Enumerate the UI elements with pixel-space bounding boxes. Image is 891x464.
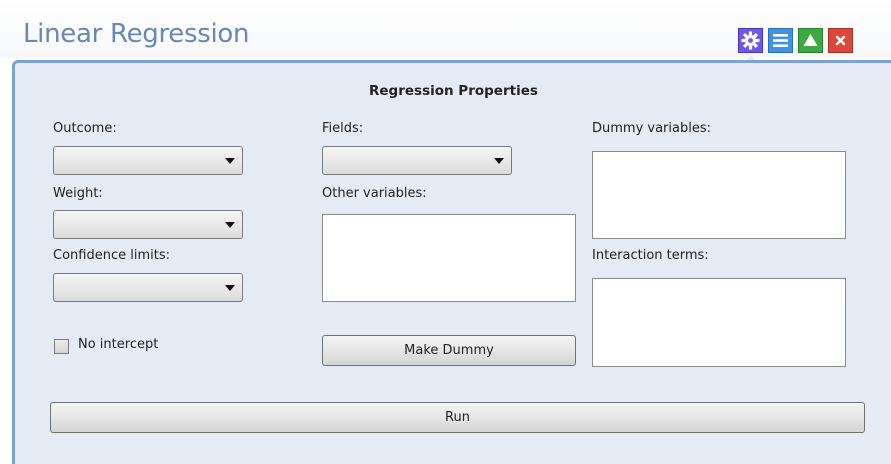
no-intercept-checkbox[interactable] (54, 339, 69, 354)
maximize-button[interactable] (798, 28, 823, 53)
interaction-terms-label: Interaction terms: (592, 248, 709, 263)
fields-label: Fields: (322, 121, 364, 136)
list-icon (773, 34, 788, 47)
settings-button[interactable] (738, 28, 763, 53)
title-bar: Linear Regression (0, 0, 891, 58)
weight-label: Weight: (53, 186, 103, 201)
dummy-variables-list[interactable] (592, 151, 846, 239)
panel-heading: Regression Properties (369, 83, 538, 99)
chevron-down-icon (494, 158, 504, 164)
weight-dropdown[interactable] (53, 210, 243, 239)
fields-dropdown[interactable] (322, 146, 512, 175)
menu-button[interactable] (768, 28, 793, 53)
other-variables-list[interactable] (322, 214, 576, 302)
run-button[interactable]: Run (50, 402, 865, 433)
chevron-down-icon (225, 285, 235, 291)
make-dummy-button[interactable]: Make Dummy (322, 335, 576, 366)
confidence-limits-label: Confidence limits: (53, 248, 170, 263)
confidence-limits-dropdown[interactable] (53, 273, 243, 302)
chevron-down-icon (225, 158, 235, 164)
regression-panel: Regression Properties Outcome: Weight: C… (12, 60, 891, 464)
interaction-terms-list[interactable] (592, 278, 846, 367)
dummy-variables-label: Dummy variables: (592, 121, 711, 136)
close-button[interactable] (828, 28, 853, 53)
window-title: Linear Regression (23, 19, 250, 49)
chevron-down-icon (225, 222, 235, 228)
gear-icon (741, 31, 760, 50)
triangle-up-icon (803, 34, 818, 46)
no-intercept-label: No intercept (78, 337, 159, 352)
close-icon (835, 35, 846, 46)
outcome-label: Outcome: (53, 121, 117, 136)
outcome-dropdown[interactable] (53, 146, 243, 175)
other-variables-label: Other variables: (322, 186, 427, 201)
